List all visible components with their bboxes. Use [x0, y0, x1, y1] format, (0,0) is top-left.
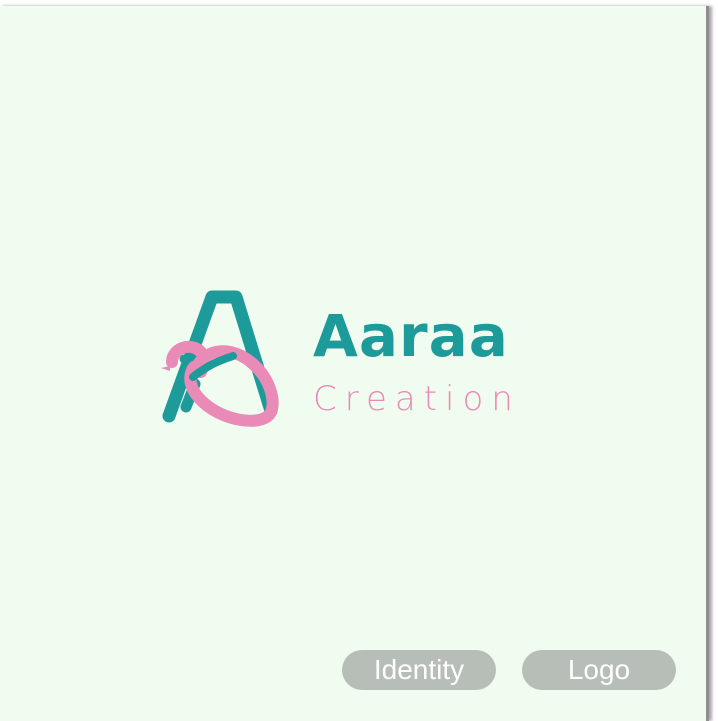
brand-mark-icon	[161, 290, 279, 427]
page-canvas: Aaraa Creation Identity Logo	[0, 0, 718, 721]
identity-tag[interactable]: Identity	[342, 650, 496, 690]
logo-card: Aaraa Creation Identity Logo	[0, 6, 709, 721]
brand-name: Aaraa	[313, 302, 509, 370]
logo-tag[interactable]: Logo	[522, 650, 676, 690]
brand-logo: Aaraa Creation	[160, 289, 560, 434]
wordmark: Aaraa Creation	[313, 305, 573, 425]
brand-tagline: Creation	[313, 379, 521, 419]
